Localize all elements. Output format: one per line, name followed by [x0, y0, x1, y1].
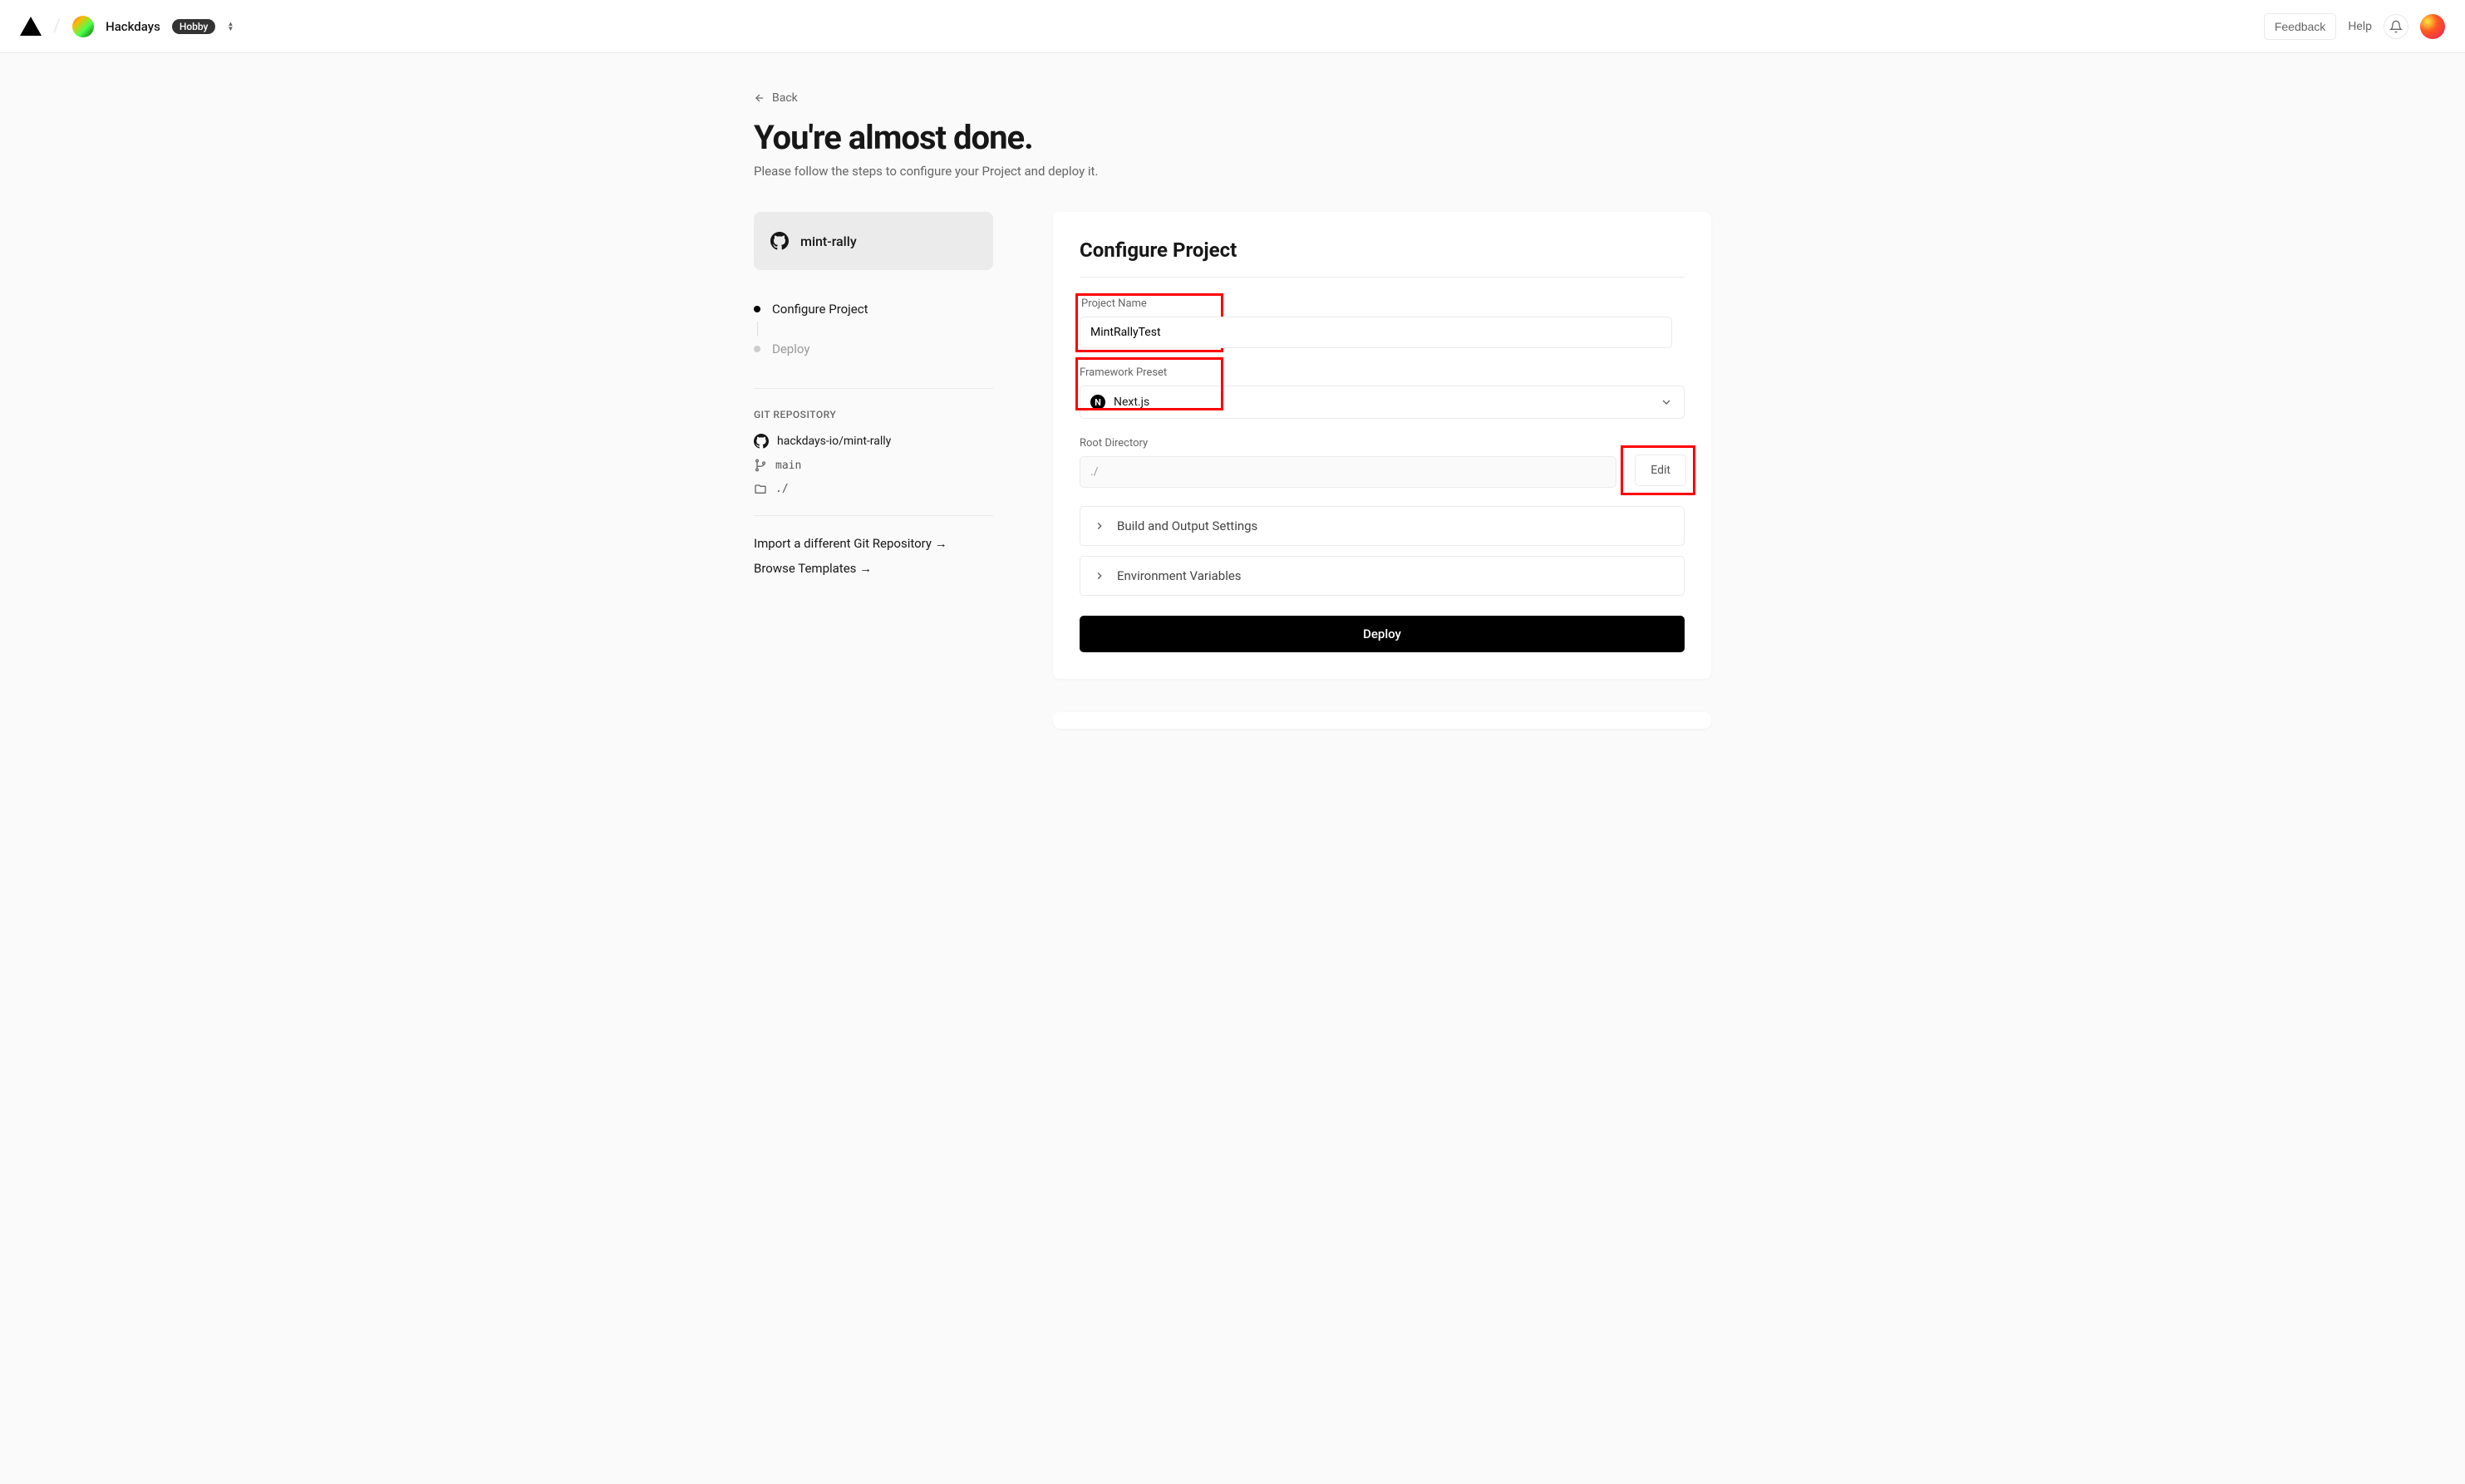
repo-card-name: mint-rally: [800, 233, 857, 249]
main-column: Configure Project Project Name Framework…: [1053, 212, 1711, 729]
nextjs-icon: N: [1090, 395, 1105, 410]
github-icon: [754, 434, 769, 449]
breadcrumb-slash: /: [53, 16, 61, 37]
feedback-button[interactable]: Feedback: [2264, 13, 2336, 40]
notifications-button[interactable]: [2384, 14, 2408, 39]
help-link[interactable]: Help: [2348, 20, 2372, 33]
project-name-input-ext[interactable]: [1218, 317, 1672, 348]
step-dot-icon: [754, 306, 760, 312]
git-path: ./: [775, 483, 789, 495]
root-dir-label: Root Directory: [1080, 437, 1685, 450]
project-name-label: Project Name: [1080, 297, 1219, 310]
vercel-logo-icon[interactable]: [20, 17, 42, 36]
framework-group: Framework Preset N Next.js: [1080, 366, 1685, 419]
git-section-label: GIT REPOSITORY: [754, 409, 993, 420]
github-icon: [770, 232, 789, 250]
step-configure[interactable]: Configure Project: [754, 297, 993, 322]
git-branch-icon: [754, 459, 767, 472]
project-name-group: Project Name: [1080, 297, 1685, 348]
team-name[interactable]: Hackdays: [106, 19, 160, 34]
bell-icon: [2389, 20, 2403, 33]
card-title: Configure Project: [1080, 238, 1685, 262]
configure-card: Configure Project Project Name Framework…: [1053, 212, 1711, 679]
chevron-right-icon: [1094, 520, 1105, 532]
root-dir-edit-button[interactable]: Edit: [1635, 455, 1686, 486]
framework-select[interactable]: N Next.js: [1080, 386, 1685, 419]
back-label: Back: [772, 91, 798, 105]
page-container: Back You're almost done. Please follow t…: [734, 53, 1731, 767]
scope-selector-icon[interactable]: ▲▼: [227, 22, 234, 32]
deploy-button[interactable]: Deploy: [1080, 616, 1685, 652]
import-repo-link[interactable]: Import a different Git Repository →: [754, 536, 993, 551]
next-card-placeholder: [1053, 712, 1711, 729]
header-left: / Hackdays Hobby ▲▼: [20, 16, 234, 37]
divider: [1080, 277, 1685, 278]
framework-label: Framework Preset: [1080, 366, 1685, 379]
header-right: Feedback Help: [2264, 13, 2445, 40]
root-dir-group: Root Directory Edit: [1080, 437, 1685, 488]
user-avatar[interactable]: [2420, 14, 2445, 39]
git-branch-name: main: [775, 459, 801, 472]
root-dir-input: [1080, 456, 1616, 488]
git-branch-row: main: [754, 459, 993, 472]
step-label: Configure Project: [772, 302, 868, 317]
divider: [754, 515, 993, 516]
step-deploy: Deploy: [754, 337, 993, 361]
back-link[interactable]: Back: [754, 91, 1711, 105]
repo-card: mint-rally: [754, 212, 993, 270]
divider: [754, 388, 993, 389]
build-settings-expand[interactable]: Build and Output Settings: [1080, 506, 1685, 546]
project-name-input[interactable]: [1080, 317, 1223, 348]
env-vars-expand[interactable]: Environment Variables: [1080, 556, 1685, 596]
steps-list: Configure Project Deploy: [754, 297, 993, 361]
git-repo-name: hackdays-io/mint-rally: [777, 435, 891, 448]
folder-icon: [754, 482, 767, 495]
plan-badge: Hobby: [172, 19, 216, 34]
arrow-left-icon: [754, 92, 765, 104]
step-label: Deploy: [772, 342, 809, 356]
git-repo-row[interactable]: hackdays-io/mint-rally: [754, 434, 993, 449]
chevron-right-icon: [1094, 570, 1105, 582]
framework-value: Next.js: [1114, 396, 1149, 409]
sidebar: mint-rally Configure Project Deploy GIT …: [754, 212, 993, 586]
page-subtitle: Please follow the steps to configure you…: [754, 164, 1711, 179]
build-settings-label: Build and Output Settings: [1117, 518, 1257, 533]
step-connector: [757, 322, 758, 337]
step-dot-icon: [754, 346, 760, 352]
page-title: You're almost done.: [754, 118, 1711, 157]
browse-templates-link[interactable]: Browse Templates →: [754, 561, 993, 576]
team-avatar-icon: [72, 16, 94, 37]
app-header: / Hackdays Hobby ▲▼ Feedback Help: [0, 0, 2465, 53]
env-vars-label: Environment Variables: [1117, 568, 1242, 583]
git-path-row: ./: [754, 482, 993, 495]
content-row: mint-rally Configure Project Deploy GIT …: [754, 212, 1711, 729]
